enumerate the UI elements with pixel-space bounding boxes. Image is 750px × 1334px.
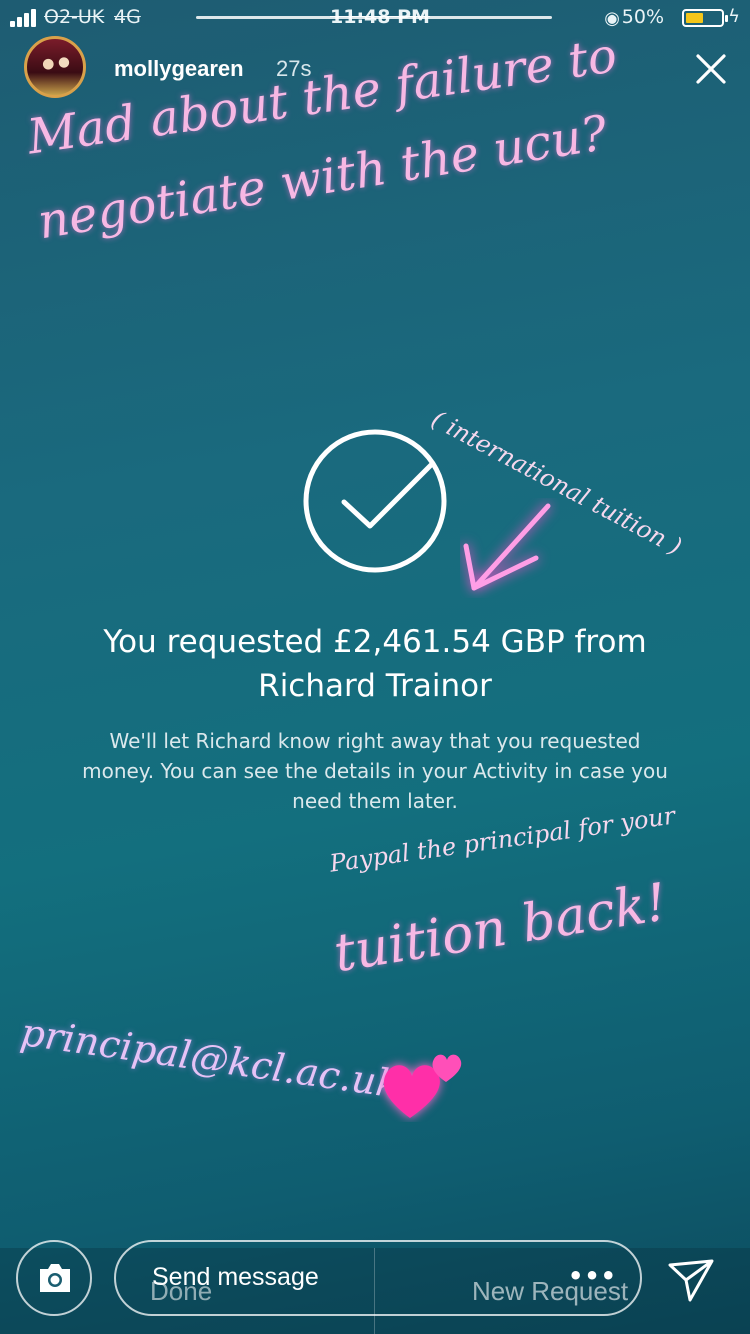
username[interactable]: mollygearen xyxy=(114,56,244,82)
email-sticker: principal@kcl.ac.uk xyxy=(17,1010,403,1107)
battery-percent: 50% xyxy=(621,6,664,28)
hearts-emoji-icon xyxy=(383,1054,462,1118)
title-line2: Richard Trainor xyxy=(258,668,492,704)
status-bar: O2-UK 4G 11:48 PM ◉ 50% ϟ xyxy=(10,6,740,32)
request-confirmation-title: You requested £2,461.54 GBP from Richard… xyxy=(0,620,750,708)
battery-fill xyxy=(686,13,703,23)
rotation-lock-icon: ◉ xyxy=(604,8,620,29)
send-message-placeholder: Send message xyxy=(152,1263,319,1291)
charging-icon: ϟ xyxy=(728,6,740,27)
check-circle-icon xyxy=(303,429,447,573)
battery-icon xyxy=(682,9,728,27)
camera-icon xyxy=(40,1264,70,1292)
neon-arrow-icon xyxy=(463,503,551,591)
carrier-label: O2-UK xyxy=(44,6,105,28)
network-label: 4G xyxy=(114,6,141,28)
story-progress-bar xyxy=(196,16,552,19)
body-line1: We'll let Richard know right away that y… xyxy=(109,729,641,753)
tuition-back-sticker: tuition back! xyxy=(330,872,671,985)
button-divider xyxy=(374,1248,375,1334)
body-line2: money. You can see the details in your A… xyxy=(82,759,668,783)
title-line1: You requested £2,461.54 GBP from xyxy=(103,624,647,660)
close-icon[interactable] xyxy=(694,52,728,86)
share-arrow-icon[interactable] xyxy=(666,1256,716,1306)
camera-button[interactable] xyxy=(16,1240,92,1316)
request-confirmation-body: We'll let Richard know right away that y… xyxy=(55,726,695,816)
more-options-icon[interactable]: ••• xyxy=(568,1262,617,1290)
avatar[interactable] xyxy=(24,36,86,98)
signal-icon xyxy=(10,9,40,27)
